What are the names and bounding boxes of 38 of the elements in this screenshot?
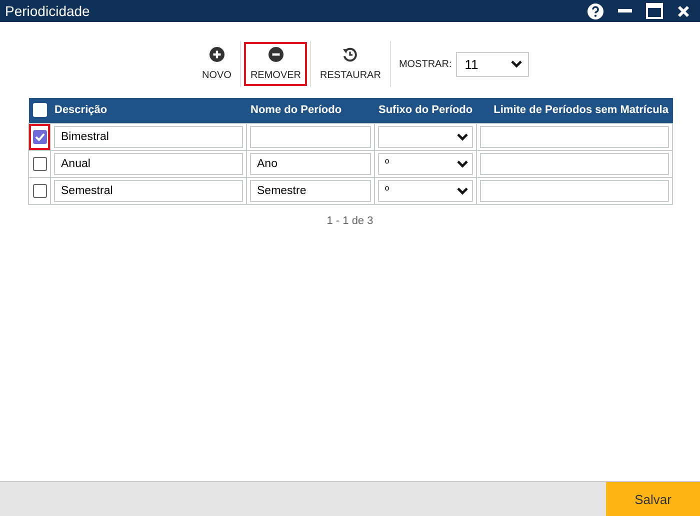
window-title: Periodicidade: [5, 3, 90, 19]
description-field[interactable]: Anual: [54, 152, 243, 174]
suffix-dropdown[interactable]: º: [378, 152, 473, 174]
description-field[interactable]: Bimestral: [54, 126, 243, 148]
toolbar-button[interactable]: NOVO: [196, 42, 238, 86]
chevron-icon: [457, 160, 468, 168]
column-header: Sufixo do Período: [374, 98, 476, 123]
page-size-dropdown[interactable]: 11: [456, 52, 529, 76]
period-name-field[interactable]: Ano: [250, 152, 371, 174]
description-field[interactable]: Semestral: [54, 180, 243, 202]
column-header: Descrição: [50, 98, 246, 123]
chevron-icon: [457, 186, 468, 194]
column-header: Limite de Períodos sem Matrícula: [476, 98, 672, 123]
column-header: Nome do Período: [246, 98, 374, 123]
pagination-text: 1 - 1 de 3: [326, 214, 374, 226]
suffix-dropdown[interactable]: º: [378, 180, 473, 202]
limit-field[interactable]: [480, 152, 669, 174]
period-name-field[interactable]: Semestre: [250, 180, 371, 202]
select-all-checkbox[interactable]: [32, 103, 46, 118]
close-icon[interactable]: [677, 4, 690, 18]
minimize-icon[interactable]: [618, 9, 632, 13]
chevron-icon: [457, 132, 468, 140]
toolbar-button[interactable]: RESTAURAR: [314, 42, 387, 86]
minus-icon: [266, 47, 285, 62]
limit-field[interactable]: [480, 180, 669, 202]
limit-field[interactable]: [480, 126, 669, 148]
help-icon[interactable]: [587, 2, 604, 20]
show-label: MOSTRAR:: [398, 58, 452, 70]
toolbar-button[interactable]: REMOVER: [244, 42, 308, 86]
row-checkbox[interactable]: [32, 156, 46, 170]
period-name-field[interactable]: [250, 126, 371, 148]
chevron-icon: [510, 60, 522, 68]
save-button[interactable]: Salvar: [606, 482, 700, 516]
row-checkbox[interactable]: [32, 130, 46, 144]
row-checkbox[interactable]: [32, 184, 46, 198]
maximize-icon[interactable]: [646, 3, 663, 19]
plus-icon: [208, 47, 226, 62]
history-icon: [341, 47, 360, 62]
